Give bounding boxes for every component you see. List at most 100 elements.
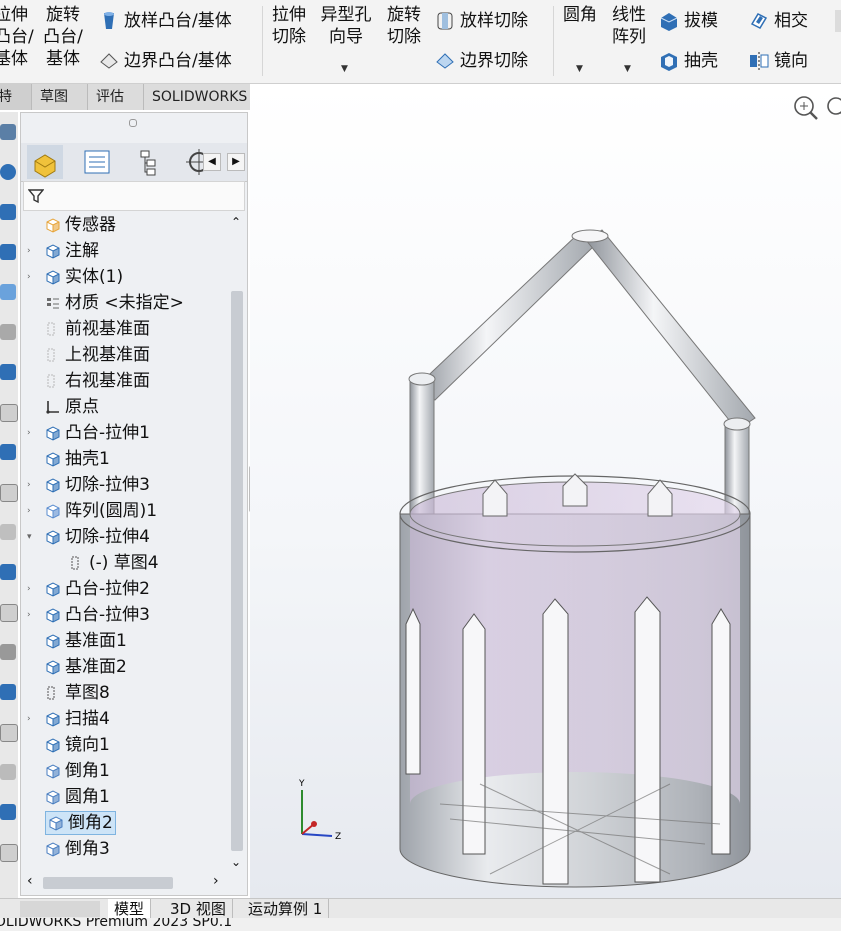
- tool-curve-icon[interactable]: [0, 564, 16, 580]
- triad-z-label: Z: [335, 832, 341, 842]
- fillet-button[interactable]: 圆角: [558, 4, 602, 26]
- tree-expander-icon[interactable]: ›: [27, 265, 37, 289]
- tabs-scroll-right-icon[interactable]: ▶: [227, 153, 245, 171]
- feature-tree-item[interactable]: 切除-拉伸3: [45, 473, 150, 497]
- tree-expander-icon[interactable]: ›: [27, 473, 37, 497]
- feature-tree-item[interactable]: 注解: [45, 239, 99, 263]
- tree-expander-icon[interactable]: ›: [27, 499, 37, 523]
- tool-combine-icon[interactable]: [0, 764, 16, 780]
- feature-tree-item[interactable]: 倒角1: [45, 759, 110, 783]
- feature-tree-horizontal-scrollbar[interactable]: ‹ ›: [23, 873, 227, 893]
- tab-features[interactable]: 特征: [0, 84, 32, 131]
- hole-wizard-button[interactable]: 异型孔 向导: [316, 4, 376, 48]
- tree-expander-icon[interactable]: ›: [27, 603, 37, 627]
- tool-scale-icon[interactable]: [0, 844, 18, 862]
- feature-tree-item[interactable]: 草图8: [45, 681, 110, 705]
- feature-tree-item[interactable]: 镜向1: [45, 733, 110, 757]
- tree-expander-icon[interactable]: ▾: [27, 525, 37, 549]
- feature-tree-item[interactable]: 切除-拉伸4: [45, 525, 150, 549]
- tool-move-icon[interactable]: [0, 684, 16, 700]
- shell-button[interactable]: 抽壳: [658, 50, 718, 72]
- feature-tree-item[interactable]: 原点: [45, 395, 99, 419]
- fillet-dropdown-icon[interactable]: ▼: [576, 64, 583, 74]
- ribbon-overflow[interactable]: [835, 10, 841, 32]
- hole-wizard-dropdown-icon[interactable]: ▼: [341, 64, 348, 74]
- scroll-right-icon[interactable]: ›: [213, 873, 219, 889]
- tool-arrow-icon[interactable]: [0, 124, 16, 140]
- tab-scroll-arrows[interactable]: [20, 901, 100, 917]
- feature-tree-item[interactable]: 传感器: [45, 213, 116, 237]
- revolve-cut-button[interactable]: 旋转 切除: [383, 4, 425, 48]
- tab-motion-study-1[interactable]: 运动算例 1: [242, 899, 330, 919]
- boundary-cut-button[interactable]: 边界切除: [434, 50, 528, 72]
- loft-cut-button[interactable]: 放样切除: [434, 10, 528, 32]
- feature-tree-item[interactable]: (-) 草图4: [69, 551, 159, 575]
- tool-split-icon[interactable]: [0, 724, 18, 742]
- feature-tree-filter[interactable]: [23, 181, 245, 211]
- feature-tree-item[interactable]: 阵列(圆周)1: [45, 499, 157, 523]
- tab-property-manager[interactable]: [79, 145, 115, 179]
- linear-pattern-button[interactable]: 线性 阵列: [606, 4, 652, 48]
- tool-cut-icon[interactable]: [0, 404, 18, 422]
- extrude-cut-button[interactable]: 拉伸 切除: [268, 4, 310, 48]
- revolve-boss-button[interactable]: 旋转 凸台/ 基体: [40, 4, 86, 70]
- mirror-button[interactable]: 镜向: [748, 50, 808, 72]
- tab-evaluate[interactable]: 评估: [88, 84, 144, 110]
- tree-expander-icon[interactable]: ›: [27, 577, 37, 601]
- feature-tree-item[interactable]: 凸台-拉伸2: [45, 577, 150, 601]
- panel-grip-icon[interactable]: [129, 119, 137, 127]
- feature-tree-item[interactable]: 右视基准面: [45, 369, 150, 393]
- tool-shell-icon[interactable]: [0, 324, 16, 340]
- tab-sketch[interactable]: 草图: [32, 84, 88, 110]
- feature-tree-item[interactable]: 凸台-拉伸3: [45, 603, 150, 627]
- graphics-area[interactable]: Y Z: [250, 84, 841, 898]
- feature-tree-item[interactable]: 倒角2: [45, 811, 116, 835]
- tree-expander-icon[interactable]: ›: [27, 707, 37, 731]
- tab-3d-view[interactable]: 3D 视图: [164, 899, 233, 919]
- tool-pattern-icon[interactable]: [0, 284, 16, 300]
- boundary-boss-button[interactable]: 边界凸台/基体: [98, 50, 232, 72]
- tool-sphere-icon[interactable]: [0, 164, 16, 180]
- scroll-down-icon[interactable]: ⌄: [231, 855, 241, 869]
- tree-expander-icon[interactable]: ›: [27, 421, 37, 445]
- tool-draft-icon[interactable]: [0, 444, 16, 460]
- tool-surface-icon[interactable]: [0, 484, 18, 502]
- tool-flex-icon[interactable]: [0, 804, 16, 820]
- linear-pattern-dropdown-icon[interactable]: ▼: [624, 64, 631, 74]
- view-triad[interactable]: Y Z: [290, 774, 350, 844]
- scroll-left-icon[interactable]: ‹: [27, 873, 33, 889]
- feature-tree-item[interactable]: 抽壳1: [45, 447, 110, 471]
- tool-loft-icon[interactable]: [0, 204, 16, 220]
- tabs-scroll-left-icon[interactable]: ◀: [203, 153, 221, 171]
- feature-tree-item[interactable]: 圆角1: [45, 785, 110, 809]
- feature-tree-item[interactable]: 基准面2: [45, 655, 127, 679]
- filter-icon[interactable]: [28, 188, 44, 204]
- tree-expander-icon[interactable]: ›: [27, 239, 37, 263]
- tab-model[interactable]: 模型: [108, 899, 152, 919]
- feature-tree-item[interactable]: 基准面1: [45, 629, 127, 653]
- feature-tree-item-label: 凸台-拉伸3: [65, 605, 150, 625]
- horizontal-scroll-thumb[interactable]: [43, 877, 173, 889]
- tool-extrude-icon[interactable]: [0, 244, 16, 260]
- feature-tree-item[interactable]: 前视基准面: [45, 317, 150, 341]
- feature-tree-item[interactable]: 凸台-拉伸1: [45, 421, 150, 445]
- feature-tree: 传感器 › 注解 › 实体(1) 材质 <未指定> 前视基准面 上视基准面 右视基准面 原点 › 凸台…: [21, 211, 227, 873]
- feature-tree-item[interactable]: 上视基准面: [45, 343, 150, 367]
- feature-tree-item[interactable]: 材质 <未指定>: [45, 291, 184, 315]
- tool-rib-icon[interactable]: [0, 364, 16, 380]
- draft-button[interactable]: 拔模: [658, 10, 718, 32]
- extrude-boss-button[interactable]: 拉伸 凸台/ 基体: [0, 4, 34, 70]
- feature-tree-vertical-scrollbar[interactable]: ⌃ ⌄: [227, 211, 247, 873]
- tab-feature-tree[interactable]: [27, 145, 63, 179]
- feature-tree-item[interactable]: 扫描4: [45, 707, 110, 731]
- intersect-button[interactable]: 相交: [748, 10, 808, 32]
- vertical-scroll-thumb[interactable]: [231, 291, 243, 851]
- scroll-up-icon[interactable]: ⌃: [231, 215, 241, 229]
- loft-boss-label: 放样凸台/基体: [124, 11, 232, 31]
- tool-plane-icon[interactable]: [0, 604, 18, 622]
- tool-wrap-icon[interactable]: [0, 524, 16, 540]
- tab-configuration-manager[interactable]: [131, 145, 167, 179]
- feature-tree-item[interactable]: 实体(1): [45, 265, 123, 289]
- tool-axis-icon[interactable]: [0, 644, 16, 660]
- feature-tree-item[interactable]: 倒角3: [45, 837, 110, 861]
